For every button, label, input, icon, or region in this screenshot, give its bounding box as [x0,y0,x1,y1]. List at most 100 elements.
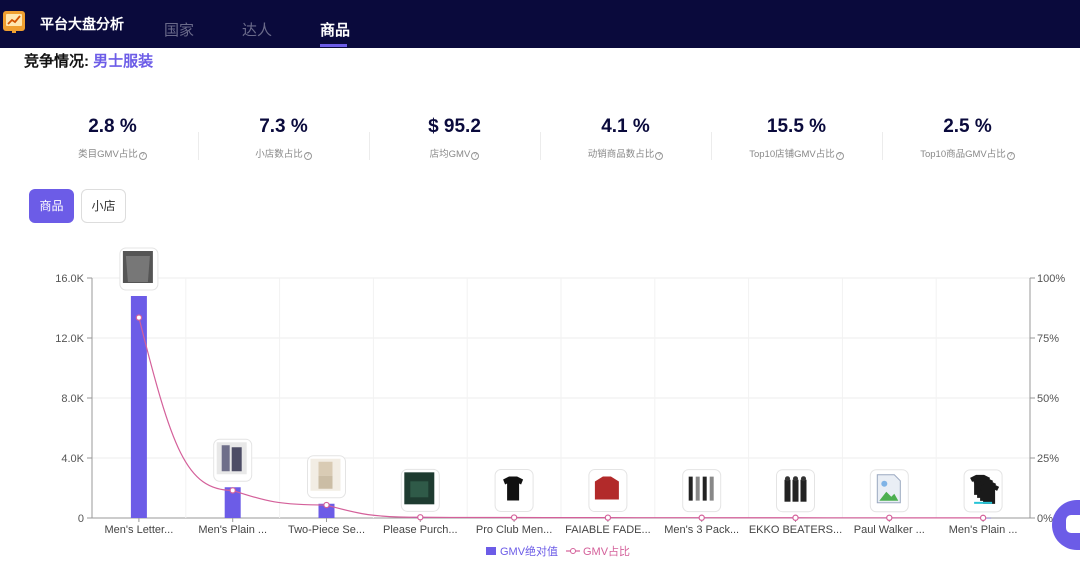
stat-top10-product-gmv-share: 2.5 % Top10商品GMV占比? [882,113,1053,163]
thumb-art [709,476,714,501]
line-point [792,514,799,521]
thumb-art [792,479,799,502]
y-left-tick-label: 16.0K [55,273,84,285]
line-point [886,514,893,522]
x-tick-label: Men's Plain ... [949,524,1018,536]
y-left-tick-label: 8.0K [61,393,84,405]
stat-shop-count-share: 7.3 % 小店数占比? [198,113,369,163]
thumb-art [785,476,790,482]
stat-value: 2.8 % [88,116,137,137]
tab-country[interactable]: 国家 [164,19,194,40]
thumb-art [221,445,230,472]
line-point [698,514,705,521]
thumb-art [881,480,888,487]
thumb-art [974,501,993,504]
tab-product[interactable]: 商品 [320,19,350,40]
stat-label: 类目GMV占比 [78,149,138,160]
thumb-art [318,475,333,489]
dark-tee-thumbnail-icon [400,468,440,512]
help-icon[interactable]: ? [655,152,664,160]
y-right-tick-label: 25% [1037,453,1059,465]
app-logo-icon [3,11,25,33]
gmv-chart: 0 4.0K 8.0K 12.0K 16.0K 0% 25% 50% 75% 100% Men's … [55,247,1065,558]
toggle-shop-button[interactable]: 小店 [81,189,126,223]
line-point [417,514,424,521]
top-nav-bar: 平台大盘分析 国家 达人 商品 [0,0,1080,48]
image-placeholder-thumbnail-icon [869,469,909,513]
line-point [979,514,987,522]
line-point [229,487,236,494]
black-tee-thumbnail-icon [494,468,534,512]
y-left-tick-label: 4.0K [61,453,84,465]
help-icon[interactable]: ? [1006,152,1015,160]
thumb-art [688,476,693,501]
x-tick-label: EKKO BEATERS... [749,524,842,536]
thumb-frame [682,469,722,513]
tracksuit-thumbnail-icon [213,438,253,482]
tab-influencer[interactable]: 达人 [242,19,272,40]
thumb-art [800,479,807,502]
stat-value: $ 95.2 [428,116,481,137]
thumb-art [784,479,791,502]
x-tick-label: Men's Plain ... [198,524,267,536]
stat-value: 15.5 % [766,116,827,137]
legend-bar-label: GMV绝对值 [500,544,558,558]
competition-category[interactable]: 男士服装 [93,53,153,70]
red-hoodie-thumbnail-icon [588,469,628,513]
y-right-tick-label: 100% [1037,273,1065,285]
sweater-thumbnail-icon [119,247,159,291]
app-title: 平台大盘分析 [40,16,124,32]
line-point [135,314,143,321]
help-icon[interactable]: ? [138,152,147,160]
stats-row: 2.8 % 类目GMV占比? 7.3 % 小店数占比? $ 95.2 店均GMV… [27,113,1053,163]
competition-heading: 竞争情况: 男士服装 [24,50,153,71]
active-tab-indicator [320,44,347,47]
line-point [510,514,518,521]
legend-line-swatch [570,548,576,554]
thumb-art [594,476,619,500]
x-tick-label: Men's Letter... [105,524,174,536]
thumb-art [231,447,242,472]
group-photo-thumbnail-icon [776,469,815,513]
tee-stack-thumbnail-icon [963,469,1003,513]
help-icon[interactable]: ? [835,152,844,160]
legend-line-label: GMV占比 [583,544,630,558]
thumb-art [410,481,429,498]
x-tick-label: FAIABLE FADE... [565,524,651,536]
line-point [323,501,330,509]
thumb-art [793,476,798,482]
line-point [604,514,612,521]
x-tick-label: Paul Walker ... [854,524,925,536]
help-icon[interactable]: ? [303,152,312,160]
y-right-tick-label: 0% [1037,513,1053,525]
thumb-art [318,461,333,476]
y-right-tick-label: 75% [1037,333,1059,345]
help-icon[interactable]: ? [471,152,480,160]
stat-active-product-share: 4.1 % 动销商品数占比? [540,113,711,163]
x-tick-label: Please Purch... [383,524,458,536]
y-left-tick-label: 12.0K [55,333,84,345]
three-pants-thumbnail-icon [682,469,722,513]
x-tick-label: Pro Club Men... [476,524,552,536]
stat-top10-shop-gmv-share: 15.5 % Top10店铺GMV占比? [711,113,882,163]
stat-category-gmv-share: 2.8 % 类目GMV占比? [27,113,198,163]
stat-label: 小店数占比 [255,149,303,160]
legend-bar-swatch [486,547,496,555]
thumb-art [695,476,700,501]
chat-icon [1066,515,1080,533]
stat-avg-shop-gmv: $ 95.2 店均GMV? [369,113,540,163]
thumb-art [125,256,150,282]
competition-prefix: 竞争情况: [24,53,89,70]
stat-label: Top10店铺GMV占比 [749,149,835,160]
stat-value: 2.5 % [943,116,992,137]
y-right-tick-label: 50% [1037,393,1059,405]
stat-label: Top10商品GMV占比 [920,149,1006,160]
thumb-art [801,476,806,482]
x-tick-label: Two-Piece Se... [288,524,365,536]
x-tick-label: Men's 3 Pack... [664,524,739,536]
two-piece-thumbnail-icon [307,455,346,499]
stat-value: 7.3 % [259,116,308,137]
stat-label: 动销商品数占比 [587,149,655,160]
thumb-art [702,476,707,501]
toggle-product-button[interactable]: 商品 [29,189,74,223]
